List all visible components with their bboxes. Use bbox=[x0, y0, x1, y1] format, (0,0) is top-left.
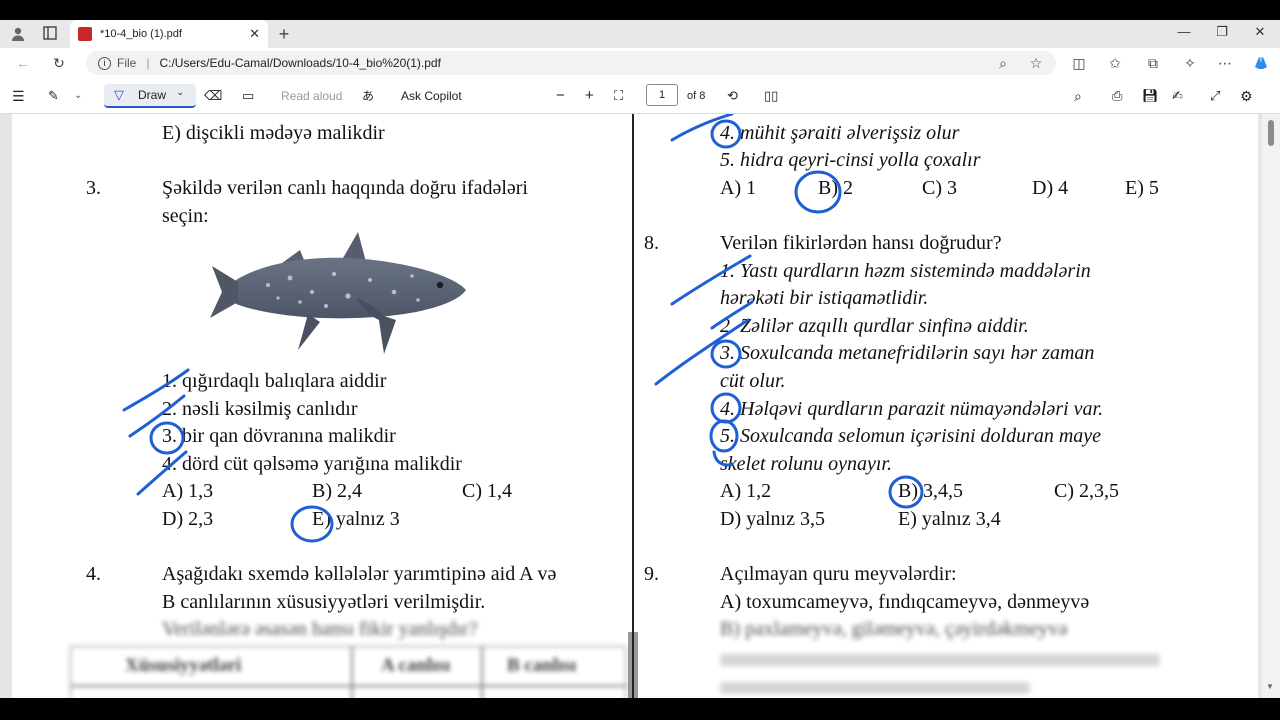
restore-icon[interactable]: ❐ bbox=[1212, 24, 1232, 40]
profile-icon[interactable] bbox=[10, 26, 26, 42]
pdf-file-icon bbox=[78, 27, 92, 41]
eraser-icon[interactable]: ⌫ bbox=[204, 88, 222, 104]
draw-dropdown-icon[interactable]: ⌄ bbox=[176, 87, 184, 98]
page-view-icon[interactable]: ▯▯ bbox=[764, 88, 778, 104]
address-toolbar: ← ↻ i File | C:/Users/Edu-Camal/Download… bbox=[0, 48, 1280, 78]
pdf-page: E) dişcikli mədəyə malikdir 3. Şəkildə v… bbox=[12, 114, 1258, 698]
screen-top-bar bbox=[0, 0, 1280, 20]
new-tab-button[interactable]: + bbox=[276, 25, 292, 43]
pdf-viewer: E) dişcikli mədəyə malikdir 3. Şəkildə v… bbox=[0, 114, 1280, 698]
page-total: of 8 bbox=[687, 90, 706, 102]
translate-icon[interactable]: あ bbox=[362, 88, 374, 104]
scroll-down-icon[interactable]: ▼ bbox=[1266, 682, 1274, 691]
text-box-icon[interactable]: ▭ bbox=[242, 88, 254, 104]
tab-title: *10-4_bio (1).pdf bbox=[100, 28, 182, 40]
zoom-out-icon[interactable]: − bbox=[556, 88, 565, 104]
address-separator: | bbox=[146, 56, 150, 70]
contents-icon[interactable]: ☰ bbox=[12, 88, 25, 104]
zoom-in-icon[interactable]: + bbox=[585, 88, 594, 104]
page-number-input[interactable]: 1 bbox=[646, 84, 678, 106]
zoom-icon[interactable]: ⌕ bbox=[994, 54, 1012, 72]
pdf-toolbar: ☰ ✎ ⌄ ▽ Draw ⌄ ⌫ ▭ Read aloud あ Ask Copi… bbox=[0, 78, 1280, 114]
address-url: C:/Users/Edu-Camal/Downloads/10-4_bio%20… bbox=[159, 56, 441, 70]
back-icon[interactable]: ← bbox=[14, 54, 32, 72]
info-icon[interactable]: i bbox=[98, 56, 111, 70]
draw-label: Draw bbox=[138, 88, 167, 102]
workspaces-icon[interactable] bbox=[42, 26, 58, 42]
favorites-icon[interactable]: ✩ bbox=[1106, 54, 1124, 72]
more-menu-icon[interactable]: ⋯ bbox=[1216, 54, 1234, 72]
refresh-icon[interactable]: ↻ bbox=[50, 54, 68, 72]
favorite-star-icon[interactable]: ☆ bbox=[1027, 54, 1045, 72]
rotate-icon[interactable]: ⟲ bbox=[727, 88, 738, 104]
highlight-dropdown-icon[interactable]: ⌄ bbox=[74, 88, 82, 104]
address-bar[interactable]: i File | C:/Users/Edu-Camal/Downloads/10… bbox=[86, 51, 1056, 75]
fullscreen-icon[interactable]: ⤢ bbox=[1210, 88, 1220, 104]
minimize-icon[interactable]: — bbox=[1174, 24, 1194, 39]
extensions-icon[interactable]: ✧ bbox=[1181, 54, 1199, 72]
ink-annotations bbox=[122, 114, 924, 543]
save-icon[interactable]: 💾︎ bbox=[1142, 88, 1159, 104]
browser-tab-bar: *10-4_bio (1).pdf ✕ + — ❐ ✕ bbox=[0, 20, 1280, 48]
copilot-icon[interactable] bbox=[1252, 54, 1270, 72]
collections-icon[interactable]: ⧉ bbox=[1144, 54, 1162, 72]
draw-button[interactable]: ▽ Draw ⌄ bbox=[104, 84, 196, 108]
screen-bottom-bar bbox=[0, 698, 1280, 720]
settings-gear-icon[interactable]: ⚙ bbox=[1240, 88, 1253, 104]
ask-copilot-button[interactable]: Ask Copilot bbox=[401, 88, 462, 104]
fit-page-icon[interactable]: ⛶ bbox=[614, 88, 623, 104]
save-as-icon[interactable]: ✍ bbox=[1172, 88, 1183, 104]
print-icon[interactable]: ⎙ bbox=[1112, 88, 1122, 104]
scrollbar-thumb[interactable] bbox=[1268, 120, 1274, 146]
split-screen-icon[interactable]: ◫ bbox=[1070, 54, 1088, 72]
highlight-icon[interactable]: ✎ bbox=[48, 88, 59, 104]
active-tab[interactable]: *10-4_bio (1).pdf ✕ bbox=[70, 20, 268, 48]
tab-close-icon[interactable]: ✕ bbox=[249, 26, 260, 42]
address-prefix: File bbox=[117, 56, 137, 70]
close-window-icon[interactable]: ✕ bbox=[1250, 24, 1270, 40]
vertical-scrollbar[interactable]: ▼ bbox=[1262, 114, 1280, 698]
read-aloud-button[interactable]: Read aloud bbox=[281, 88, 342, 104]
draw-pen-icon: ▽ bbox=[114, 87, 124, 102]
search-icon[interactable]: ⌕ bbox=[1074, 88, 1082, 104]
